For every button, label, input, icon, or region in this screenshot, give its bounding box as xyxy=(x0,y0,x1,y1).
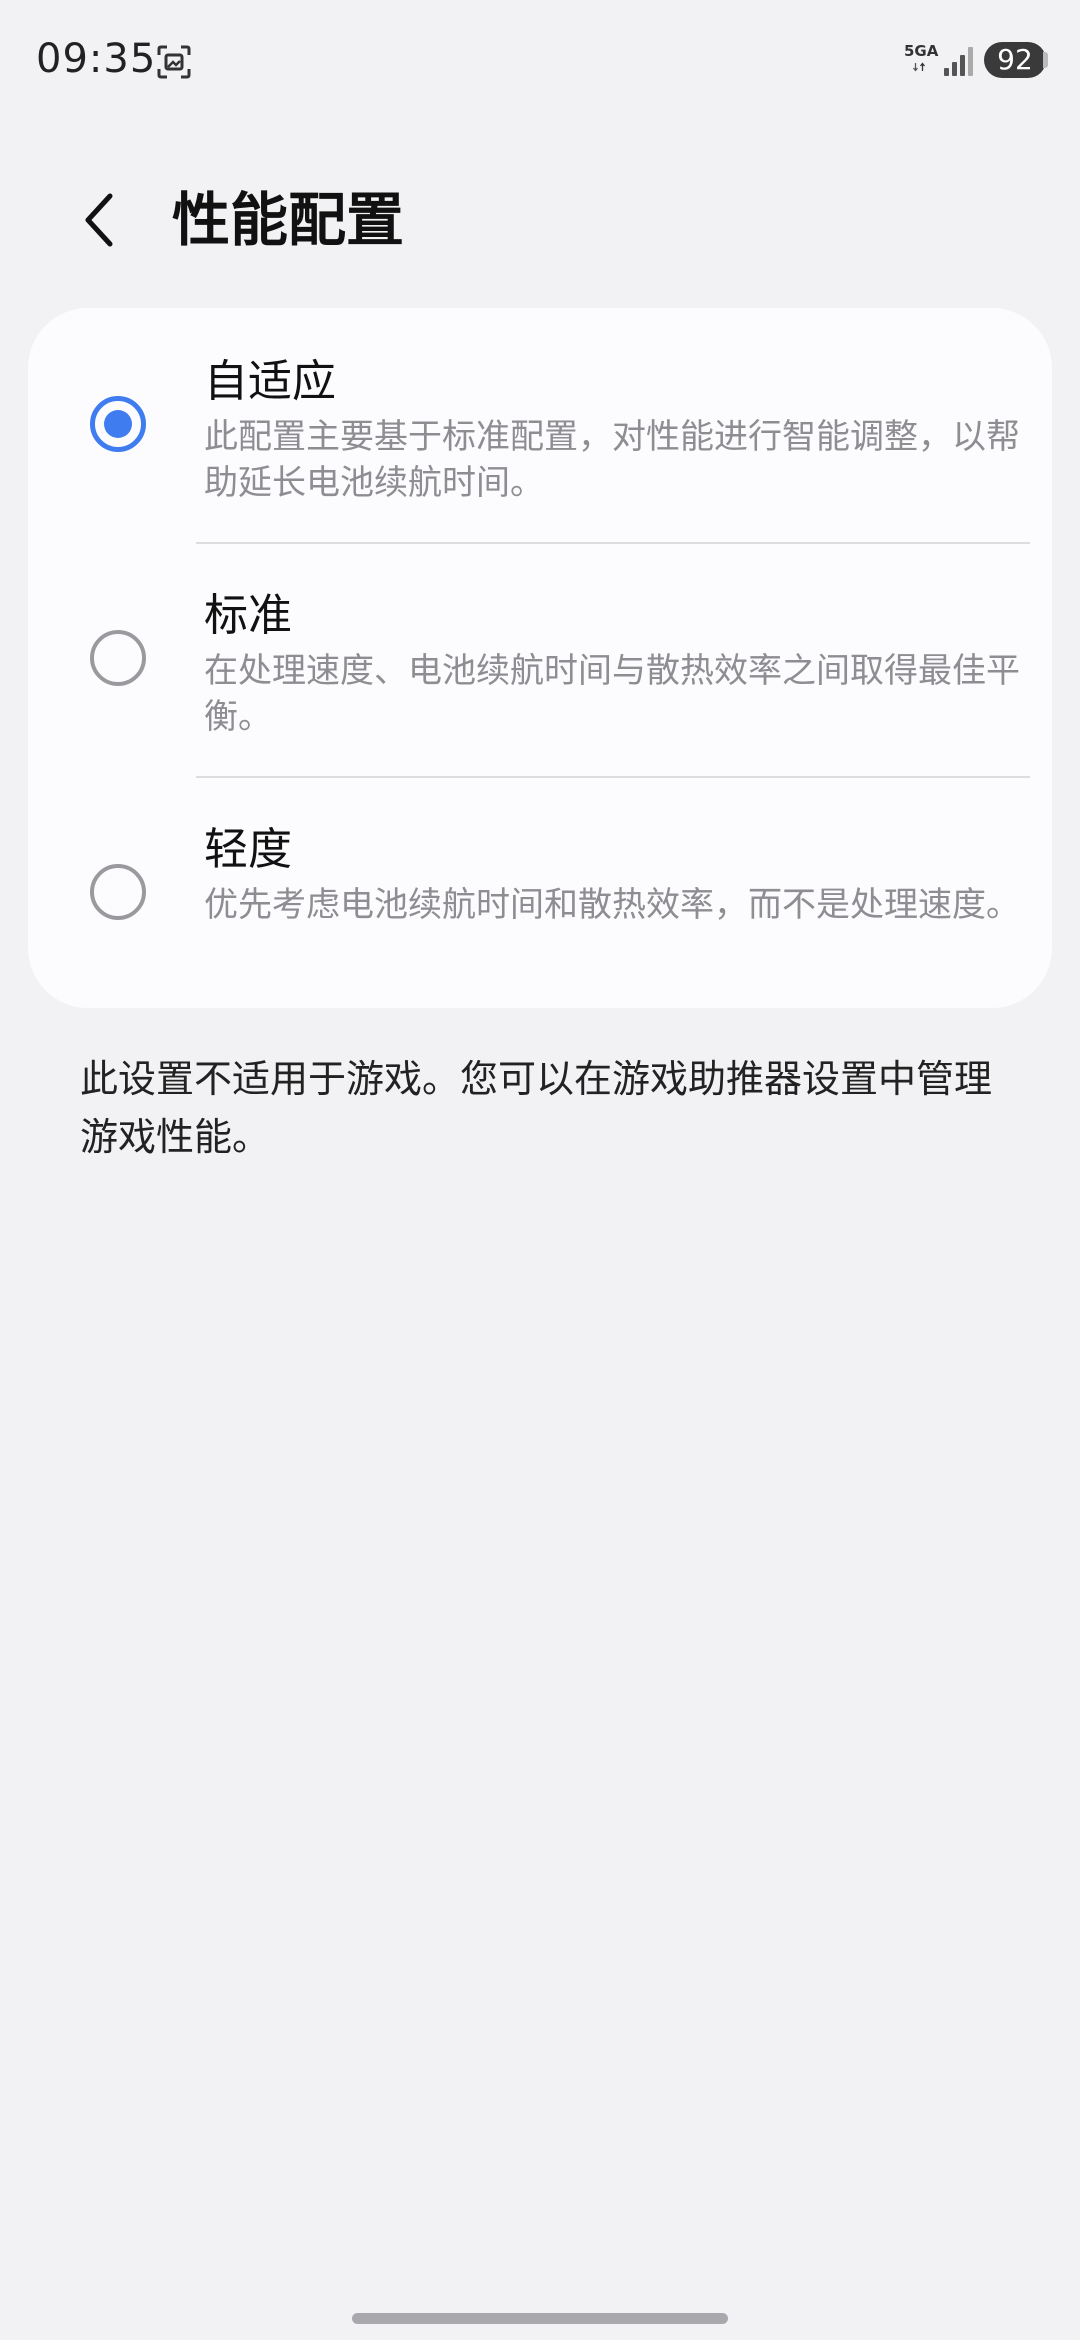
screenshot-icon xyxy=(157,45,191,79)
option-description: 此配置主要基于标准配置，对性能进行智能调整，以帮助延长电池续航时间。 xyxy=(204,417,1020,503)
battery-tip xyxy=(1043,52,1048,68)
network-type: 5GA xyxy=(904,42,939,60)
battery-indicator: 92 xyxy=(984,42,1046,78)
option-description: 优先考虑电池续航时间和散热效率，而不是处理速度。 xyxy=(204,885,1020,925)
option-adaptive[interactable]: 自适应 此配置主要基于标准配置，对性能进行智能调整，以帮助延长电池续航时间。 xyxy=(28,308,1052,542)
option-title: 自适应 xyxy=(204,356,336,407)
page-title: 性能配置 xyxy=(172,186,405,254)
radio-dot xyxy=(104,410,132,438)
chevron-left-icon xyxy=(85,193,113,247)
option-standard[interactable]: 标准 在处理速度、电池续航时间与散热效率之间取得最佳平衡。 xyxy=(28,544,1052,778)
screen: 09:35 5GA 92 性能配置 自适应 此配置主要基于标准配置，对性能进行智… xyxy=(0,0,1080,2340)
option-description: 在处理速度、电池续航时间与散热效率之间取得最佳平衡。 xyxy=(204,651,1020,737)
option-title: 标准 xyxy=(204,590,292,641)
back-button[interactable] xyxy=(70,180,130,260)
option-light[interactable]: 轻度 优先考虑电池续航时间和散热效率，而不是处理速度。 xyxy=(28,778,1052,1012)
home-indicator[interactable] xyxy=(352,2313,728,2324)
options-card: 自适应 此配置主要基于标准配置，对性能进行智能调整，以帮助延长电池续航时间。 标… xyxy=(28,308,1052,1008)
status-time: 09:35 xyxy=(36,36,157,82)
status-bar: 09:35 5GA 92 xyxy=(0,0,1080,120)
radio-button[interactable] xyxy=(90,630,146,686)
footnote-text: 此设置不适用于游戏。您可以在游戏助推器设置中管理游戏性能。 xyxy=(80,1057,993,1159)
signal-icon xyxy=(944,47,973,76)
radio-button[interactable] xyxy=(90,864,146,920)
data-arrows-icon xyxy=(913,62,925,72)
option-title: 轻度 xyxy=(204,824,292,875)
radio-button-selected[interactable] xyxy=(90,396,146,452)
